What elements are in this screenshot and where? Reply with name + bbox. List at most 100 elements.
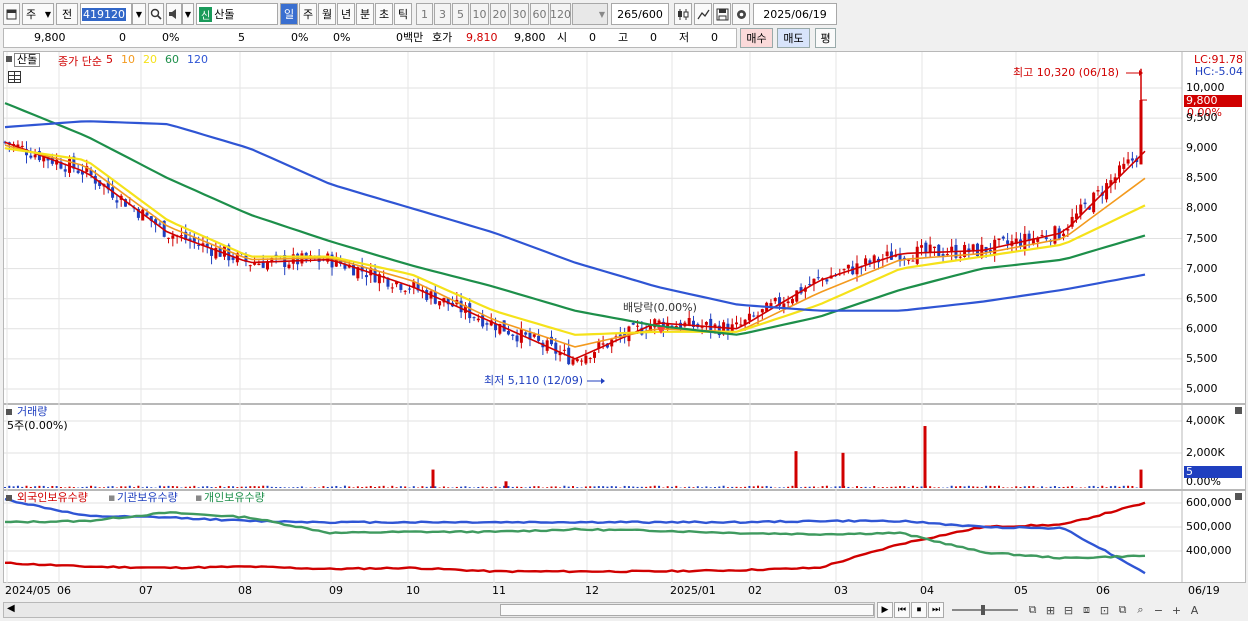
legend-sep-1: ▪ [108,491,116,504]
volume-bar [563,485,566,488]
grid-icon[interactable]: ⊞ [1043,604,1058,617]
panel-close-icon[interactable] [6,495,12,501]
candle-body [1040,234,1044,237]
volume-bar [374,487,377,488]
volume-bar [197,487,200,488]
font-icon[interactable]: A [1187,604,1202,617]
volume-bar [34,486,37,488]
panel-max-icon[interactable] [1235,407,1242,414]
candle-body [636,325,640,327]
candle-body [257,263,261,266]
volume-bar [998,485,1000,488]
volume-bar [1088,486,1091,488]
candle-body [222,246,226,257]
data-table-icon[interactable] [8,71,21,83]
candle-body [842,269,846,271]
play-icon[interactable]: ▶ [877,602,893,618]
candle-body [593,352,597,358]
panel-close-icon[interactable] [6,409,12,415]
candle-body [958,256,962,258]
zoom-track [952,609,1018,611]
volume-bar [886,487,889,488]
volume-bar [214,487,217,488]
plus-icon[interactable]: + [1169,604,1184,617]
panel-close-icon[interactable] [6,56,12,62]
volume-bar [206,486,209,488]
volume-bar [38,485,41,488]
copy-icon[interactable]: ⧉ [1115,603,1130,617]
scale-icon[interactable]: ⊡ [1097,604,1112,617]
volume-spike [1139,469,1143,488]
volume-bar [520,486,523,488]
volume-bar [111,486,114,488]
zoom-icon[interactable]: ⌕ [1133,603,1148,617]
volume-bar [963,486,966,488]
volume-bar [158,485,161,488]
volume-bar [425,486,428,488]
volume-bar [1049,486,1052,488]
volume-bar [692,487,695,488]
volume-bar [593,486,596,488]
date-tick-label: 06/19 [1188,584,1220,597]
horizontal-scrollbar[interactable]: ◀ [3,602,875,618]
volume-bar [597,486,600,488]
volume-bar [645,486,648,488]
volume-bar [244,486,247,488]
price-tick-label: 8,000 [1186,201,1218,215]
layout-icon[interactable]: ⧉ [1025,603,1040,617]
ma-legend-5: 5 [105,53,113,66]
price-tick-label: 9,000 [1186,141,1218,155]
zoom-slider[interactable] [950,602,1020,618]
candle-body [588,357,592,359]
minus-icon[interactable]: − [1151,604,1166,617]
candle-body [915,246,919,264]
rewind-icon[interactable]: ⏮ [894,602,910,618]
volume-bar [550,486,553,488]
volume-bar [404,486,407,488]
volume-bar [107,486,110,488]
panel-max-icon[interactable] [1235,493,1242,500]
volume-bar [1023,486,1026,488]
volume-bar [150,487,153,488]
volume-bar [29,486,32,488]
volume-ma-tag: 5 [1184,466,1242,478]
volume-bar [696,486,699,488]
volume-bar [718,486,721,488]
volume-bar [193,485,196,488]
volume-bar [1118,486,1121,488]
date-tick-label: 2024/05 [5,584,51,597]
volume-bar [726,487,729,488]
volume-bar [1109,486,1112,488]
volume-bar [356,486,359,488]
volume-bar [916,486,919,488]
volume-spike [431,469,435,488]
volume-bar [455,486,458,488]
holdings-tick-label: 600,000 [1186,496,1232,509]
stop-icon[interactable]: ⏹ [911,602,927,618]
volume-bar [1002,487,1005,488]
price-tick-label: 5,000 [1186,382,1218,395]
highest-annotation: 최고 10,320 (06/18) [1013,66,1120,79]
ma-line-20 [4,147,1146,336]
candle-body [158,223,162,225]
volume-bar [412,486,415,488]
forward-icon[interactable]: ⏭ [928,602,944,618]
volume-bar [189,486,192,488]
price-tick-label: 6,000 [1186,321,1218,335]
volume-bar [1101,485,1104,488]
ma-legend-10: 10 [120,53,135,66]
volume-bar [21,486,24,488]
link-icon[interactable]: ⧈ [1079,603,1094,617]
ma-line-5 [4,141,1146,360]
volume-bar [1092,485,1095,488]
chart-nav-buttons: ▶ ⏮ ⏹ ⏭ [877,602,944,618]
scroll-left-icon[interactable]: ◀ [7,603,15,614]
scroll-thumb[interactable] [500,604,874,616]
candle-body [735,322,739,325]
volume-bar [369,485,372,488]
volume-bar [498,487,501,488]
zoom-thumb[interactable] [981,605,985,615]
volume-bar [606,486,609,488]
candle-body [20,145,24,147]
split-icon[interactable]: ⊟ [1061,604,1076,617]
